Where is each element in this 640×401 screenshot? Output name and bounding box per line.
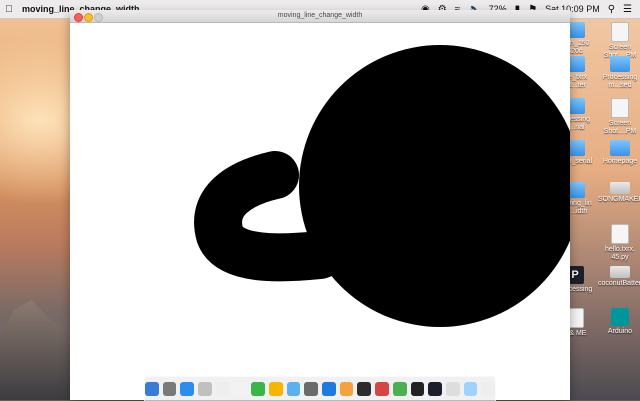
dock-app-icon[interactable]	[180, 382, 195, 396]
desktop-icon[interactable]: Screen Shot....PM	[598, 22, 640, 60]
dock-app-icon[interactable]	[322, 382, 336, 396]
dock-app-icon[interactable]	[304, 382, 318, 396]
desktop-icon[interactable]: hello.txrx. 45.py	[598, 224, 640, 262]
list-icon[interactable]: ☰	[623, 4, 632, 15]
dock-app-icon[interactable]	[233, 382, 248, 396]
folder-icon	[610, 140, 630, 156]
sketch-window[interactable]: moving_line_change_width	[70, 10, 570, 400]
dock-app-icon[interactable]	[198, 382, 212, 396]
dock-app-icon[interactable]	[268, 382, 283, 396]
drive-icon	[610, 182, 630, 194]
dock-app-icon[interactable]	[215, 382, 230, 396]
desktop-icon[interactable]: coconutBattery	[598, 266, 640, 288]
dock-app-icon[interactable]	[286, 382, 301, 396]
dock-app-icon[interactable]	[463, 382, 478, 396]
dock-app-icon[interactable]	[144, 382, 159, 396]
sketch-drawing	[194, 45, 570, 327]
dock-app-icon[interactable]	[162, 382, 177, 396]
desktop-icon-label: SONGMAKER	[598, 196, 640, 203]
search-icon[interactable]: ⚲	[608, 4, 615, 15]
desktop-icon[interactable]: Homepage	[598, 140, 640, 166]
desktop-icon-label: hello.txrx. 45.py	[605, 246, 635, 261]
document-icon	[611, 22, 629, 42]
dock-app-icon[interactable]	[445, 382, 460, 396]
desktop-icon-label: Homepage	[602, 158, 638, 165]
dock-app-icon[interactable]	[392, 382, 407, 396]
dock	[144, 376, 496, 401]
dock-app-icon[interactable]	[357, 382, 372, 396]
arduino-icon	[611, 308, 629, 326]
dock-app-icon[interactable]	[428, 382, 442, 396]
folder-icon	[610, 56, 630, 72]
desktop-icon[interactable]: Screen Shot....PM	[598, 98, 640, 136]
dock-app-icon[interactable]	[339, 382, 354, 396]
dock-app-icon[interactable]	[375, 382, 389, 396]
desktop-icon[interactable]: SONGMAKER	[598, 182, 640, 204]
desktop-icon-label: coconutBattery	[598, 280, 640, 287]
dock-app-icon[interactable]	[251, 382, 265, 396]
sketch-canvas[interactable]	[70, 23, 570, 400]
desktop-icon-label: Processing m...sed	[602, 74, 638, 89]
window-titlebar[interactable]: moving_line_change_width	[70, 10, 570, 23]
desktop-icon-label: Arduino	[607, 328, 633, 335]
desktop-icon[interactable]: Arduino	[598, 308, 640, 336]
desktop-icon[interactable]: Processing m...sed	[598, 56, 640, 90]
window-title: moving_line_change_width	[277, 12, 363, 19]
document-icon	[611, 98, 629, 118]
desktop-icon-label: Screen Shot....PM	[603, 120, 637, 135]
large-black-circle	[299, 45, 570, 327]
dock-app-icon[interactable]	[481, 382, 496, 396]
apple-icon[interactable]: 	[0, 4, 18, 15]
dock-app-icon[interactable]	[410, 382, 425, 396]
app-icon	[610, 266, 630, 278]
document-icon	[611, 224, 629, 244]
